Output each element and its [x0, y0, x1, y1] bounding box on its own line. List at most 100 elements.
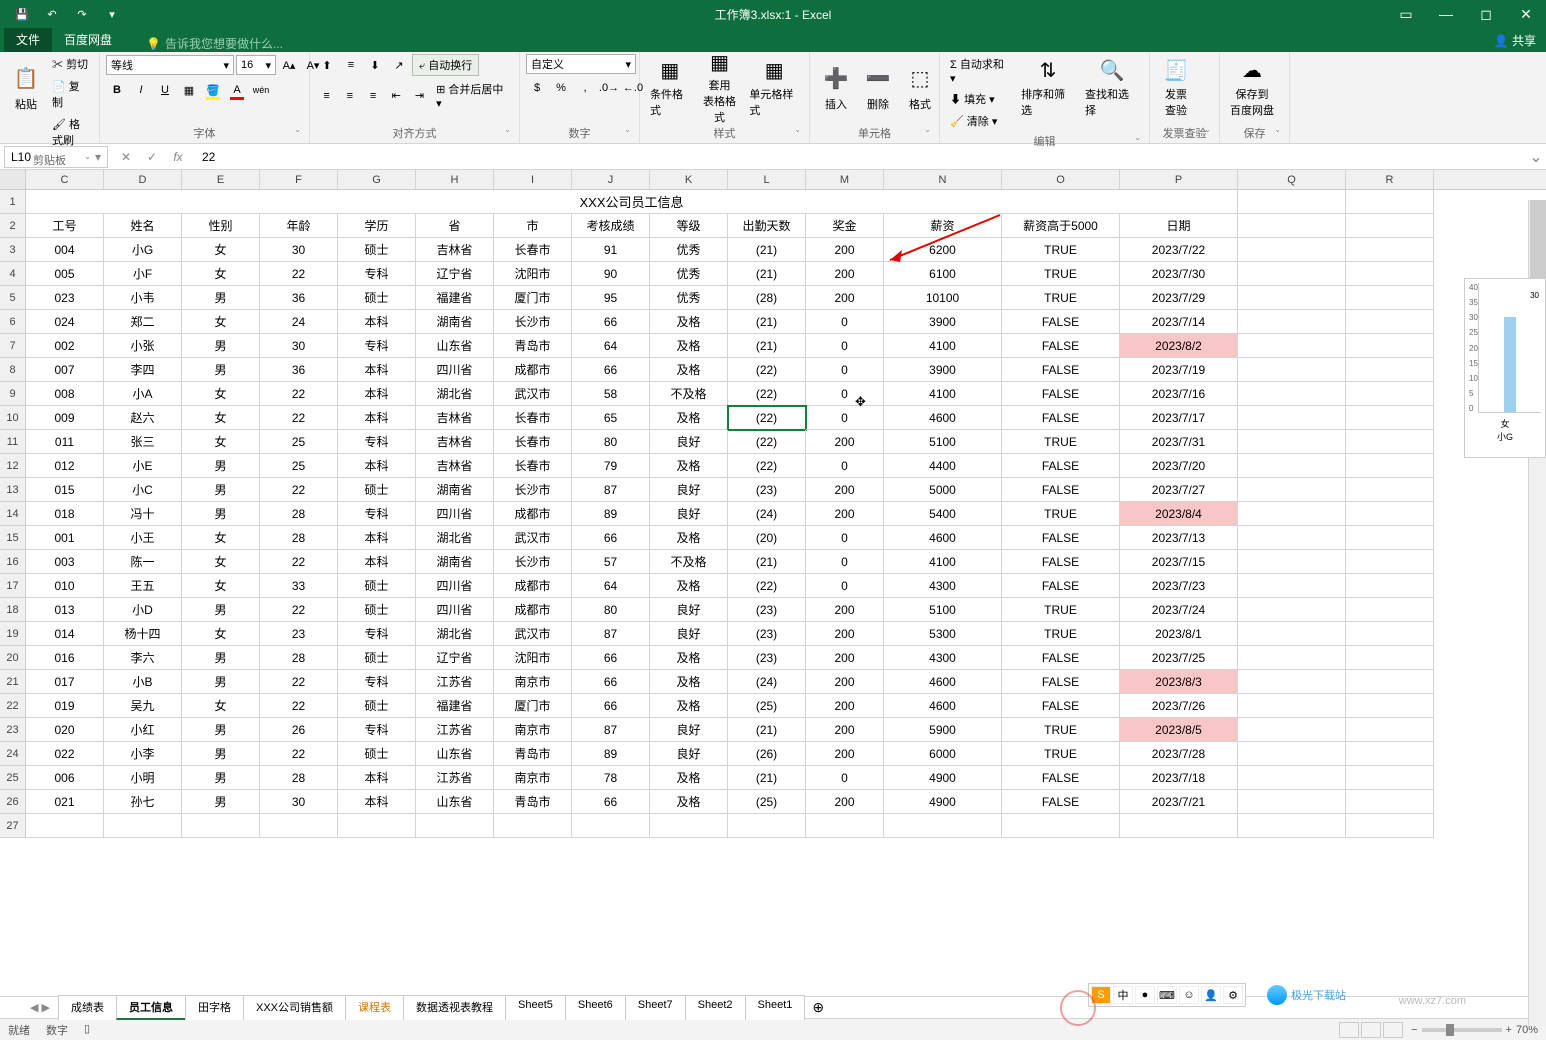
view-normal-icon[interactable]: [1339, 1022, 1359, 1038]
cell[interactable]: 男: [182, 358, 260, 382]
cell[interactable]: 优秀: [650, 238, 728, 262]
cell[interactable]: (22): [728, 406, 806, 430]
header-cell[interactable]: 性别: [182, 214, 260, 238]
cell[interactable]: FALSE: [1002, 574, 1120, 598]
cell[interactable]: 36: [260, 286, 338, 310]
cell[interactable]: 优秀: [650, 262, 728, 286]
cell[interactable]: 及格: [650, 574, 728, 598]
cell[interactable]: 003: [26, 550, 104, 574]
sheet-tab-Sheet6[interactable]: Sheet6: [565, 995, 626, 1020]
cell[interactable]: 本科: [338, 550, 416, 574]
cell[interactable]: TRUE: [1002, 430, 1120, 454]
header-cell[interactable]: 省: [416, 214, 494, 238]
col-header-R[interactable]: R: [1346, 170, 1434, 189]
cell[interactable]: [572, 814, 650, 838]
cell[interactable]: 硕士: [338, 598, 416, 622]
cell[interactable]: 0: [806, 550, 884, 574]
cell[interactable]: 成都市: [494, 502, 572, 526]
cell[interactable]: 湖北省: [416, 382, 494, 406]
cell[interactable]: 008: [26, 382, 104, 406]
cell[interactable]: (20): [728, 526, 806, 550]
align-top-icon[interactable]: ⬆: [316, 54, 338, 76]
cell[interactable]: 66: [572, 646, 650, 670]
cell[interactable]: FALSE: [1002, 454, 1120, 478]
header-cell[interactable]: 姓名: [104, 214, 182, 238]
cell[interactable]: 小F: [104, 262, 182, 286]
cell[interactable]: 及格: [650, 646, 728, 670]
cell[interactable]: 良好: [650, 622, 728, 646]
cell[interactable]: 2023/8/1: [1120, 622, 1238, 646]
cell[interactable]: (21): [728, 310, 806, 334]
sheet-tab-课程表[interactable]: 课程表: [345, 995, 404, 1020]
cell[interactable]: 78: [572, 766, 650, 790]
cell[interactable]: 女: [182, 622, 260, 646]
col-header-N[interactable]: N: [884, 170, 1002, 189]
spreadsheet-grid[interactable]: CDEFGHIJKLMNOPQR 12345678910111213141516…: [0, 170, 1546, 996]
cell[interactable]: [728, 814, 806, 838]
cell[interactable]: 2023/7/21: [1120, 790, 1238, 814]
cell[interactable]: 58: [572, 382, 650, 406]
cell[interactable]: 200: [806, 742, 884, 766]
align-left-icon[interactable]: ≡: [316, 85, 337, 107]
formula-input[interactable]: [196, 146, 1526, 168]
fx-icon[interactable]: fx: [168, 147, 188, 167]
cell[interactable]: 020: [26, 718, 104, 742]
cell[interactable]: FALSE: [1002, 478, 1120, 502]
cell[interactable]: [104, 814, 182, 838]
cell[interactable]: 200: [806, 670, 884, 694]
cell[interactable]: 0: [806, 766, 884, 790]
cell[interactable]: 0: [806, 310, 884, 334]
cell[interactable]: 长沙市: [494, 310, 572, 334]
cell[interactable]: 女: [182, 694, 260, 718]
cell[interactable]: 李六: [104, 646, 182, 670]
cell[interactable]: 小李: [104, 742, 182, 766]
cell[interactable]: 及格: [650, 454, 728, 478]
cell[interactable]: [884, 814, 1002, 838]
cell[interactable]: 吉林省: [416, 430, 494, 454]
cell[interactable]: 湖南省: [416, 478, 494, 502]
cell[interactable]: FALSE: [1002, 646, 1120, 670]
cell[interactable]: 青岛市: [494, 790, 572, 814]
cell[interactable]: 2023/8/3: [1120, 670, 1238, 694]
sheet-tab-Sheet1[interactable]: Sheet1: [745, 995, 806, 1020]
delete-cells-button[interactable]: ➖删除: [858, 54, 898, 120]
row-header-17[interactable]: 17: [0, 574, 26, 598]
cell[interactable]: FALSE: [1002, 526, 1120, 550]
align-right-icon[interactable]: ≡: [362, 85, 383, 107]
cell[interactable]: 小D: [104, 598, 182, 622]
cell[interactable]: 200: [806, 430, 884, 454]
cell[interactable]: (22): [728, 358, 806, 382]
cell[interactable]: 024: [26, 310, 104, 334]
view-pagebreak-icon[interactable]: [1383, 1022, 1403, 1038]
cell[interactable]: 良好: [650, 430, 728, 454]
conditional-format-button[interactable]: ▦条件格式: [646, 54, 694, 120]
cell[interactable]: 200: [806, 598, 884, 622]
cell[interactable]: 本科: [338, 358, 416, 382]
sort-filter-button[interactable]: ⇅排序和筛选: [1017, 54, 1079, 120]
share-button[interactable]: 👤 共享: [1494, 32, 1536, 49]
font-color-button[interactable]: A: [226, 79, 248, 101]
cell[interactable]: 004: [26, 238, 104, 262]
cell[interactable]: 成都市: [494, 358, 572, 382]
cell[interactable]: 200: [806, 646, 884, 670]
cell[interactable]: [416, 814, 494, 838]
cell[interactable]: 湖南省: [416, 550, 494, 574]
cell[interactable]: 57: [572, 550, 650, 574]
cell[interactable]: 22: [260, 262, 338, 286]
header-cell[interactable]: 等级: [650, 214, 728, 238]
cell[interactable]: 66: [572, 790, 650, 814]
cell[interactable]: 小韦: [104, 286, 182, 310]
cell[interactable]: 89: [572, 502, 650, 526]
cell[interactable]: 22: [260, 694, 338, 718]
cell[interactable]: 南京市: [494, 718, 572, 742]
cell[interactable]: 长春市: [494, 430, 572, 454]
cell[interactable]: 李四: [104, 358, 182, 382]
cell[interactable]: 小G: [104, 238, 182, 262]
sheet-tab-Sheet5[interactable]: Sheet5: [505, 995, 566, 1020]
cell[interactable]: (25): [728, 694, 806, 718]
cell[interactable]: 2023/7/31: [1120, 430, 1238, 454]
cell[interactable]: 5100: [884, 430, 1002, 454]
cell[interactable]: 专科: [338, 622, 416, 646]
cell[interactable]: FALSE: [1002, 382, 1120, 406]
cell[interactable]: 6200: [884, 238, 1002, 262]
